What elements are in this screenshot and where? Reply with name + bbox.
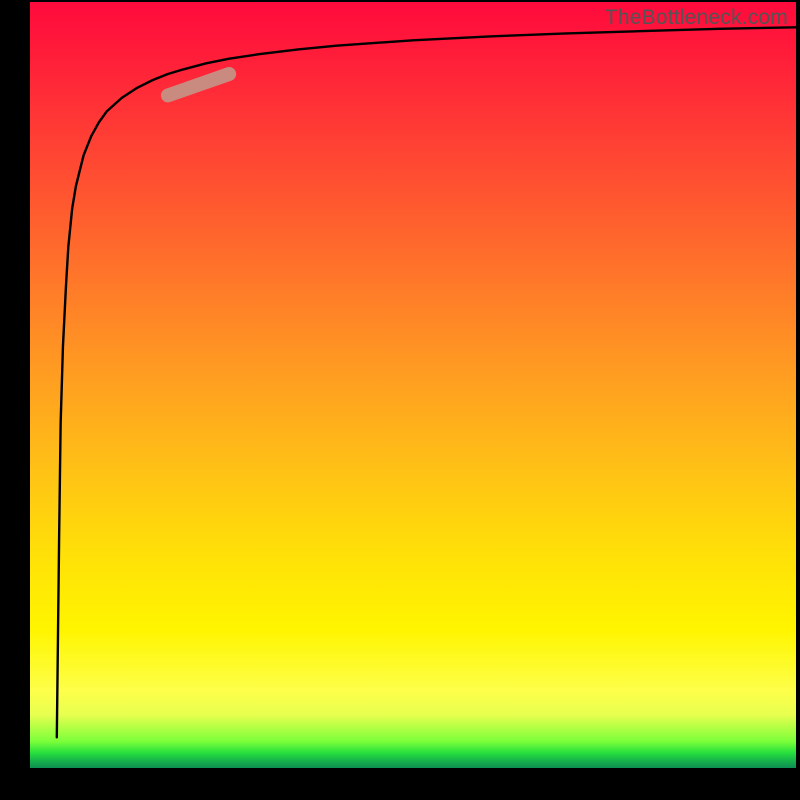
plot-area: TheBottleneck.com [30,2,796,768]
highlight-marker [168,74,229,95]
curve-layer [30,2,796,768]
curve-path [57,27,796,737]
chart-frame: TheBottleneck.com [0,0,800,800]
